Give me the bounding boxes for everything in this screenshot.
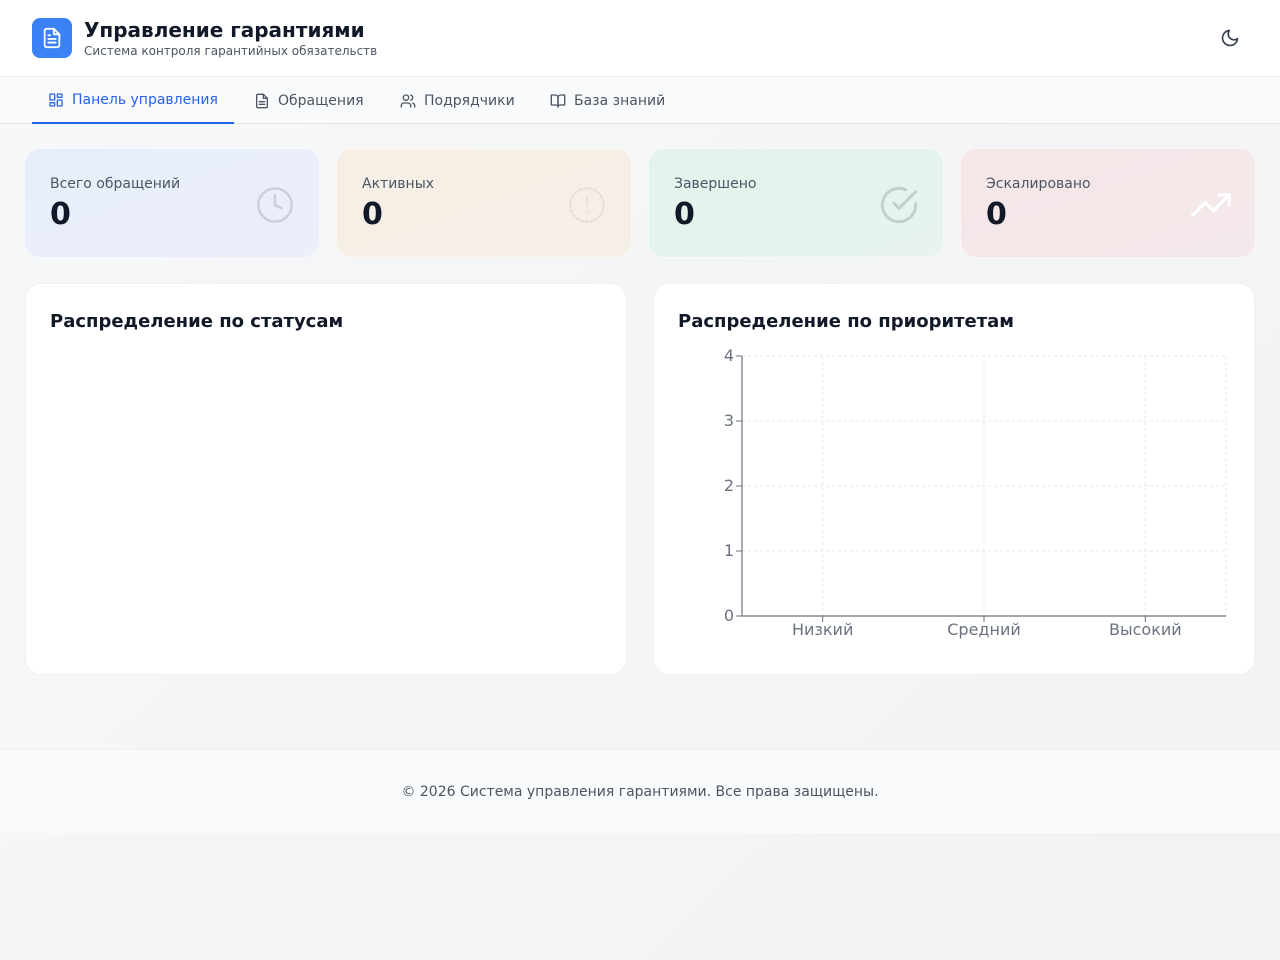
- tab-dashboard[interactable]: Панель управления: [32, 77, 234, 124]
- book-icon: [550, 93, 566, 108]
- tab-knowledge-base[interactable]: База знаний: [550, 77, 665, 124]
- priority-distribution-panel: Распределение по приоритетам 0 1 2 3 4 Низкий…: [653, 283, 1255, 675]
- app-subtitle: Система контроля гарантийных обязательст…: [84, 44, 378, 58]
- stat-value: 0: [986, 197, 1007, 232]
- theme-toggle-button[interactable]: [1214, 22, 1246, 54]
- tab-label: Подрядчики: [424, 92, 515, 109]
- app-header: Управление гарантиями Система контроля г…: [0, 0, 1280, 77]
- stat-label: Всего обращений: [50, 176, 181, 192]
- document-icon: [256, 93, 268, 108]
- app-title: Управление гарантиями: [84, 18, 365, 42]
- status-distribution-panel: Распределение по статусам: [25, 283, 627, 675]
- x-tick-label: Высокий: [1109, 620, 1182, 639]
- footer-copyright: © 2026 Система управления гарантиями. Вс…: [401, 783, 879, 800]
- clock-icon: [257, 187, 293, 223]
- dashboard-icon: [49, 92, 63, 107]
- stat-value: 0: [362, 197, 383, 232]
- moon-icon: [1221, 29, 1239, 47]
- stat-label: Завершено: [674, 176, 757, 192]
- panel-title: Распределение по статусам: [50, 311, 344, 332]
- y-tick-label: 3: [724, 411, 734, 430]
- y-tick-label: 4: [724, 346, 734, 365]
- tab-label: Панель управления: [72, 91, 218, 108]
- alert-circle-icon: [569, 187, 605, 223]
- y-tick-label: 2: [724, 476, 734, 495]
- tab-contractors[interactable]: Подрядчики: [400, 77, 515, 124]
- stat-card-total: Всего обращений 0: [24, 148, 320, 258]
- stat-card-active: Активных 0: [336, 148, 632, 258]
- stat-value: 0: [674, 197, 695, 232]
- tab-label: Обращения: [278, 92, 364, 109]
- check-circle-icon: [880, 186, 918, 224]
- tab-requests[interactable]: Обращения: [254, 77, 364, 124]
- tab-label: База знаний: [574, 92, 666, 109]
- stat-label: Эскалировано: [986, 176, 1091, 192]
- app-footer: © 2026 Система управления гарантиями. Вс…: [0, 749, 1280, 833]
- stat-label: Активных: [362, 176, 435, 192]
- trending-up-icon: [1191, 193, 1231, 217]
- x-tick-label: Низкий: [792, 620, 853, 639]
- users-icon: [400, 93, 416, 108]
- priority-bar-chart: 0 1 2 3 4 Низкий Средний Высокий: [724, 346, 1227, 639]
- x-tick-label: Средний: [947, 620, 1021, 639]
- stat-card-escalated: Эскалировано 0: [960, 148, 1256, 258]
- stat-value: 0: [50, 197, 71, 232]
- main-nav: Панель управления Обращения Подрядчики Б…: [0, 77, 1280, 124]
- stat-card-completed: Завершено 0: [648, 148, 944, 258]
- y-tick-label: 0: [724, 606, 734, 625]
- document-icon: [32, 18, 72, 58]
- y-tick-label: 1: [724, 541, 734, 560]
